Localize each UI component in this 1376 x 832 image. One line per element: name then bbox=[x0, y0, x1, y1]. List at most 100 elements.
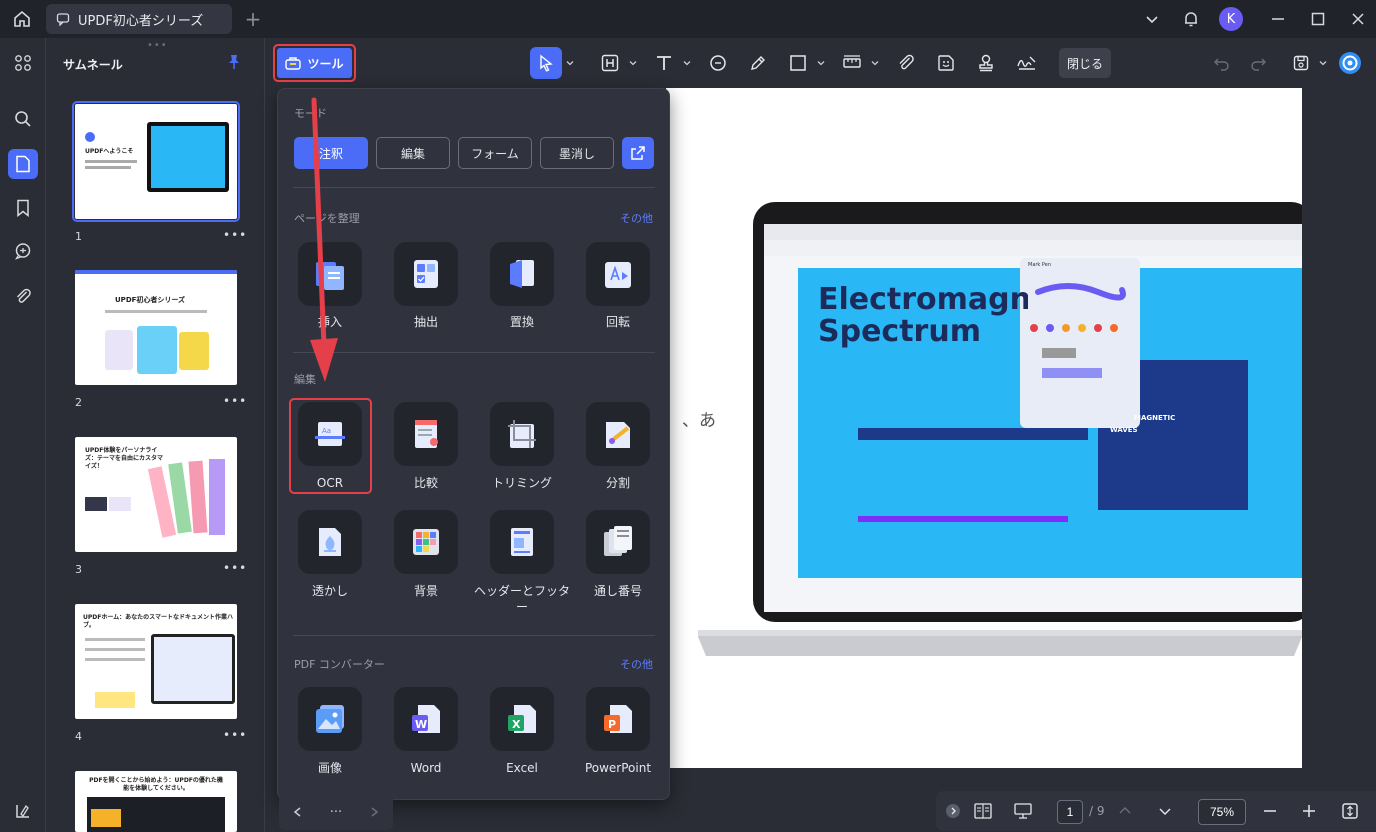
open-external-icon bbox=[631, 146, 645, 160]
add-tab-button[interactable]: + bbox=[241, 7, 265, 31]
header-footer-tool-tile[interactable] bbox=[490, 510, 554, 574]
zoom-input[interactable] bbox=[1198, 799, 1246, 825]
minimize-icon[interactable] bbox=[1266, 7, 1290, 31]
thumbnail-page-2[interactable]: UPDF初心者シリーズ bbox=[75, 270, 237, 385]
select-tool-dropdown[interactable] bbox=[563, 47, 577, 79]
convert-powerpoint-tile[interactable]: P bbox=[586, 687, 650, 751]
thumbnail-page-4[interactable]: UPDFホーム：あなたのスマートなドキュメント作業ハブ。 bbox=[75, 604, 237, 719]
page-number-input[interactable] bbox=[1057, 800, 1083, 824]
text-tool-dropdown[interactable] bbox=[680, 47, 694, 79]
rotate-tool-label: 回転 bbox=[605, 315, 630, 329]
mode-form-button[interactable]: フォーム bbox=[458, 137, 532, 169]
save-button[interactable] bbox=[1287, 47, 1315, 79]
slide-title-line-1: Electromagne bbox=[818, 284, 1028, 316]
converter-section-title: PDF コンバーター bbox=[294, 658, 385, 671]
split-tool-tile[interactable] bbox=[586, 402, 650, 466]
rotate-tool-tile[interactable] bbox=[586, 242, 650, 306]
pen-tool[interactable] bbox=[744, 47, 772, 79]
zoom-out-icon[interactable] bbox=[1259, 800, 1281, 822]
thumbnail-panel: ••• サムネール UPDFへようこそ 1 ••• UPDF初心者シリーズ 2 … bbox=[47, 38, 265, 832]
thumbnail-more-button[interactable]: ••• bbox=[223, 728, 247, 742]
convert-excel-tile[interactable]: X bbox=[490, 687, 554, 751]
search-icon[interactable] bbox=[8, 104, 38, 134]
thumbnail-heading: UPDFへようこそ bbox=[85, 148, 134, 155]
undo-button[interactable] bbox=[1208, 47, 1236, 79]
thumbnail-page-5[interactable]: PDFを開くことから始めよう：UPDFの優れた機能を体験してください。 bbox=[75, 771, 237, 832]
comment-icon[interactable] bbox=[8, 236, 38, 266]
shape-tool-dropdown[interactable] bbox=[814, 47, 828, 79]
thumbnails-icon[interactable] bbox=[8, 149, 38, 179]
replace-tool-tile[interactable] bbox=[490, 242, 554, 306]
split-tool-label: 分割 bbox=[605, 476, 630, 490]
page-down-icon[interactable] bbox=[1154, 800, 1176, 822]
measure-tool[interactable] bbox=[838, 47, 866, 79]
highlight-tool-dropdown[interactable] bbox=[626, 47, 640, 79]
redo-button[interactable] bbox=[1244, 47, 1272, 79]
next-page-icon[interactable] bbox=[368, 806, 380, 818]
watermark-tool-tile[interactable] bbox=[298, 510, 362, 574]
stamp-tool[interactable] bbox=[972, 47, 1000, 79]
extract-tool-tile[interactable] bbox=[394, 242, 458, 306]
presentation-icon[interactable] bbox=[1012, 800, 1034, 822]
replace-page-icon bbox=[510, 260, 534, 288]
bates-number-tool-tile[interactable] bbox=[586, 510, 650, 574]
shape-tool[interactable] bbox=[784, 47, 812, 79]
thumbnail-more-button[interactable]: ••• bbox=[223, 228, 247, 242]
convert-word-tile[interactable]: W bbox=[394, 687, 458, 751]
prev-page-icon[interactable] bbox=[292, 806, 304, 818]
redo-icon bbox=[1251, 58, 1266, 71]
select-tool[interactable] bbox=[530, 47, 562, 79]
signature-tool[interactable] bbox=[1012, 47, 1042, 79]
mode-redact-button[interactable]: 墨消し bbox=[540, 137, 614, 169]
ocr-highlight-box bbox=[289, 398, 372, 494]
panel-drag-handle[interactable]: ••• bbox=[147, 40, 168, 51]
compare-tool-tile[interactable] bbox=[394, 402, 458, 466]
comment-tool[interactable] bbox=[704, 47, 732, 79]
save-dropdown[interactable] bbox=[1316, 47, 1330, 79]
open-external-button[interactable] bbox=[622, 137, 654, 169]
convert-image-tile[interactable] bbox=[298, 687, 362, 751]
bell-icon[interactable] bbox=[1179, 7, 1203, 31]
page-up-icon[interactable] bbox=[1114, 800, 1136, 822]
crop-tool-tile[interactable] bbox=[490, 402, 554, 466]
document-tab[interactable]: UPDF初心者シリーズ bbox=[46, 4, 232, 34]
apps-grid-icon[interactable] bbox=[8, 48, 38, 78]
collapse-icon[interactable] bbox=[942, 800, 964, 822]
text-tool[interactable] bbox=[650, 47, 678, 79]
thumbnail-more-button[interactable]: ••• bbox=[223, 394, 247, 408]
close-button[interactable]: 閉じる bbox=[1059, 48, 1111, 78]
magnetic-label: MAGNETIC bbox=[1134, 414, 1176, 422]
thumbnail-more-button[interactable]: ••• bbox=[223, 561, 247, 575]
watermark-tool-label: 透かし bbox=[311, 584, 348, 598]
sticker-tool[interactable] bbox=[932, 47, 960, 79]
mode-edit-button[interactable]: 編集 bbox=[376, 137, 450, 169]
chevron-down-icon[interactable] bbox=[1140, 7, 1164, 31]
settings-panel-icon[interactable] bbox=[8, 796, 38, 826]
zoom-in-icon[interactable] bbox=[1298, 800, 1320, 822]
avatar[interactable]: K bbox=[1219, 7, 1243, 31]
tools-button[interactable]: ツール bbox=[273, 44, 356, 82]
pager-dots[interactable]: ··· bbox=[330, 805, 342, 820]
highlight-tool[interactable] bbox=[596, 47, 624, 79]
background-tool-tile[interactable] bbox=[394, 510, 458, 574]
ai-assistant-button[interactable] bbox=[1336, 47, 1364, 79]
fit-page-icon[interactable] bbox=[1339, 800, 1361, 822]
maximize-icon[interactable] bbox=[1306, 7, 1330, 31]
pin-icon[interactable] bbox=[227, 54, 241, 70]
compare-tool-label: 比較 bbox=[413, 476, 438, 490]
organize-more-link[interactable]: その他 bbox=[620, 210, 653, 226]
chat-icon bbox=[56, 13, 70, 26]
thumbnail-page-1[interactable]: UPDFへようこそ bbox=[72, 101, 240, 222]
page-layout-icon[interactable] bbox=[972, 800, 994, 822]
tools-button-label: ツール bbox=[307, 56, 344, 71]
close-window-icon[interactable] bbox=[1346, 7, 1370, 31]
home-icon[interactable] bbox=[10, 7, 34, 31]
page-navigator: ··· bbox=[279, 794, 393, 830]
thumbnail-page-3[interactable]: UPDF体験をパーソナライズ：テーマを自由にカスタマイズ！ bbox=[75, 437, 237, 552]
attachment-icon[interactable] bbox=[8, 281, 38, 311]
measure-tool-dropdown[interactable] bbox=[868, 47, 882, 79]
bookmark-icon[interactable] bbox=[8, 193, 38, 223]
attach-tool[interactable] bbox=[892, 47, 920, 79]
converter-more-link[interactable]: その他 bbox=[620, 656, 653, 672]
sticker-icon bbox=[938, 55, 954, 71]
